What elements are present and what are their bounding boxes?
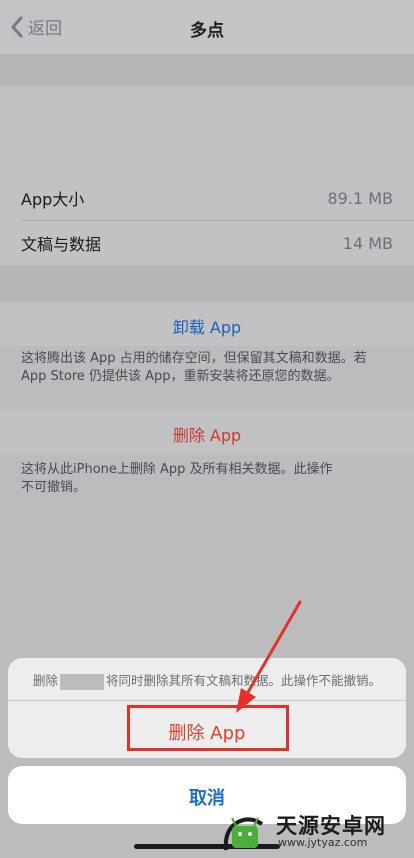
sheet-divider <box>8 700 406 701</box>
page-title: 多点 <box>190 21 224 41</box>
highlight-box <box>127 705 289 751</box>
redacted-app-name <box>60 673 104 690</box>
message-suffix: 将同时删除其所有文稿和数据。此操作不能撤销。 <box>106 673 382 688</box>
documents-data-value: 14 MB <box>342 233 393 253</box>
delete-app-label: 删除 App <box>172 426 242 445</box>
documents-data-label: 文稿与数据 <box>21 235 102 254</box>
section-gap <box>0 54 414 86</box>
app-size-row: App大小 89.1 MB <box>0 176 414 220</box>
section-gap <box>0 265 414 302</box>
documents-data-row: 文稿与数据 14 MB <box>0 221 414 265</box>
offload-note: 这将腾出该 App 占用的储存空间，但保留其文稿和数据。若 App Store … <box>21 350 381 386</box>
watermark-url: www.jytyaz.com <box>278 836 368 849</box>
delete-app-button[interactable]: 删除 App <box>0 410 414 454</box>
navigation-bar: 返回 多点 <box>0 0 414 54</box>
app-size-label: App大小 <box>21 190 85 209</box>
settings-page: 返回 多点 App大小 89.1 MB 文稿与数据 14 MB 卸载 App 这… <box>0 0 414 858</box>
app-size-value: 89.1 MB <box>327 188 394 208</box>
android-robot-icon <box>223 817 264 851</box>
offload-app-label: 卸载 App <box>172 318 242 337</box>
delete-note-line: 这将从此iPhone上删除 App 及所有相关数据。此操作 <box>21 462 333 477</box>
offload-note-line: App Store 仍提供该 App，重新安装将还原您的数据。 <box>21 369 340 384</box>
offload-note-line: 这将腾出该 App 占用的储存空间，但保留其文稿和数据。若 <box>21 351 367 366</box>
message-prefix: 删除 <box>32 673 58 688</box>
action-sheet-message: 删除 将同时删除其所有文稿和数据。此操作不能撤销。 <box>8 670 406 690</box>
app-info-group: App大小 89.1 MB 文稿与数据 14 MB <box>0 86 414 265</box>
delete-note: 这将从此iPhone上删除 App 及所有相关数据。此操作 不可撤销。 <box>21 461 381 497</box>
watermark-logo: 天源安卓网 www.jytyaz.com <box>218 800 414 858</box>
offload-app-button[interactable]: 卸载 App <box>0 302 414 346</box>
delete-note-line: 不可撤销。 <box>21 480 87 495</box>
